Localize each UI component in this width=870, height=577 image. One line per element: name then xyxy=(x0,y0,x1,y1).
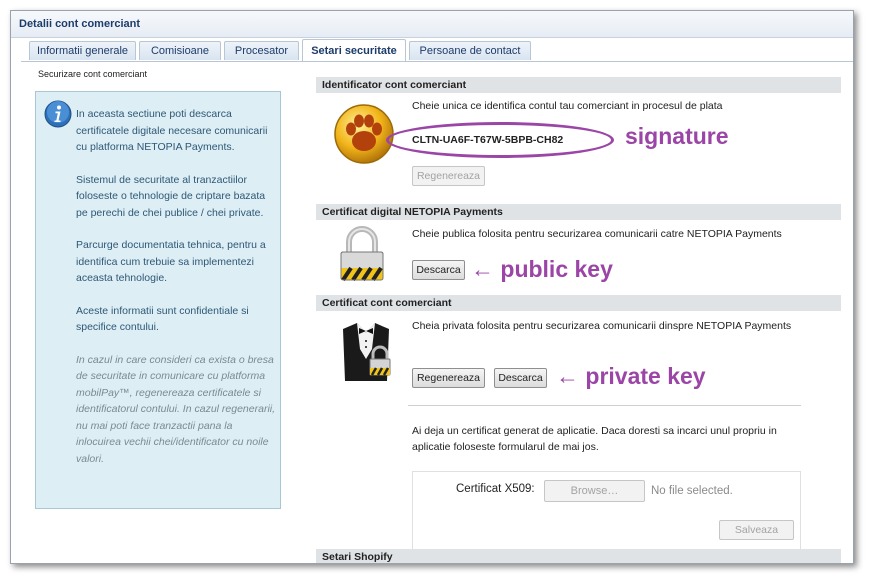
info-text: In aceasta sectiune poti descarca certif… xyxy=(76,106,276,483)
tab-general-info[interactable]: Informatii generale xyxy=(29,41,136,60)
section-divider xyxy=(408,405,801,406)
regenerate-identifier-button[interactable]: Regenereaza xyxy=(412,166,485,186)
browse-button[interactable]: Browse… xyxy=(544,480,645,502)
merchant-cert-section-header: Certificat cont comerciant xyxy=(316,295,841,311)
download-private-key-button[interactable]: Descarca xyxy=(494,368,547,388)
save-certificate-button[interactable]: Salveaza xyxy=(719,520,794,540)
tuxedo-lock-icon xyxy=(343,323,391,381)
signature-annotation: signature xyxy=(625,123,729,149)
identifier-description: Cheie unica ce identifica contul tau com… xyxy=(412,100,723,112)
info-paragraph: Parcurge documentatia tehnica, pentru a … xyxy=(76,239,266,284)
tab-contact-persons[interactable]: Persoane de contact xyxy=(409,41,531,60)
download-public-key-button[interactable]: Descarca xyxy=(412,260,465,280)
info-paragraph: In aceasta sectiune poti descarca certif… xyxy=(76,108,268,153)
subcaption: Securizare cont comerciant xyxy=(38,69,148,79)
padlock-icon xyxy=(340,226,384,282)
signature-value: CLTN-UA6F-T67W-5BPB-CH82 xyxy=(412,134,564,146)
netopia-cert-description: Cheie publica folosita pentru securizare… xyxy=(412,228,782,240)
file-status: No file selected. xyxy=(651,485,733,497)
merchant-cert-description: Cheia privata folosita pentru securizare… xyxy=(412,320,792,332)
certificate-x509-label: Certificat X509: xyxy=(456,483,535,495)
upload-certificate-form: Certificat X509: Browse… No file selecte… xyxy=(412,471,801,551)
regenerate-private-key-button[interactable]: Regenereaza xyxy=(412,368,485,388)
merchant-paw-icon xyxy=(334,104,394,164)
tab-security-settings[interactable]: Setari securitate xyxy=(302,39,406,61)
info-icon xyxy=(44,100,72,128)
own-cert-note: Ai deja un certificat generat de aplicat… xyxy=(412,425,777,453)
window-title: Detalii cont comerciant xyxy=(11,11,853,38)
tab-processor[interactable]: Procesator xyxy=(224,41,299,60)
info-paragraph: Sistemul de securitate al tranzactiilor … xyxy=(76,173,266,219)
tab-bar: Informatii generale Comisioane Procesato… xyxy=(21,39,853,62)
tab-commissions[interactable]: Comisioane xyxy=(139,41,221,60)
identifier-section-header: Identificator cont comerciant xyxy=(316,77,841,93)
netopia-cert-section-header: Certificat digital NETOPIA Payments xyxy=(316,204,841,220)
info-paragraph: Aceste informatii sunt confidentiale si … xyxy=(76,304,249,334)
public-key-annotation: ← public key xyxy=(471,256,613,282)
info-italic-note: In cazul in care consideri ca exista o b… xyxy=(76,353,276,465)
merchant-details-window: Detalii cont comerciant Informatii gener… xyxy=(10,10,854,564)
info-panel: In aceasta sectiune poti descarca certif… xyxy=(35,91,281,509)
private-key-annotation: ← private key xyxy=(556,363,706,389)
shopify-section-header: Setari Shopify xyxy=(316,549,841,563)
